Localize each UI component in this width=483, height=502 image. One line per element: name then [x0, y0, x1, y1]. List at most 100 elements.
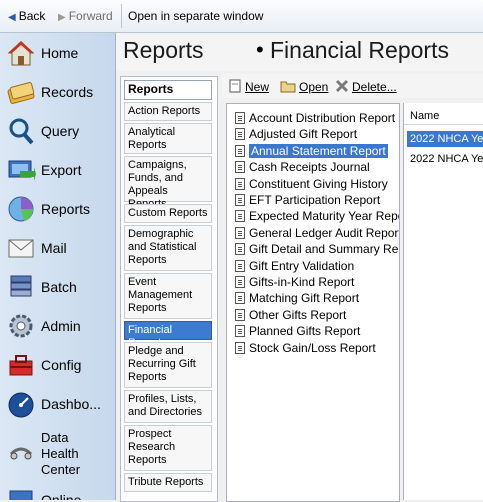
dashboard-icon: [8, 392, 34, 418]
report-item[interactable]: Gift Entry Validation: [235, 258, 397, 274]
category-heading[interactable]: Reports: [124, 80, 212, 100]
open-button[interactable]: Open: [280, 79, 328, 94]
document-icon: [235, 112, 245, 124]
report-item[interactable]: EFT Participation Report: [235, 192, 397, 208]
nav-item-batch[interactable]: Batch: [0, 269, 115, 307]
report-item[interactable]: Expected Maturity Year Repo: [235, 208, 399, 224]
detail-row[interactable]: 2022 NHCA Year: [407, 151, 483, 167]
document-icon: [235, 227, 245, 239]
online-icon: [9, 490, 33, 500]
batch-icon: [10, 275, 32, 297]
category-custom-reports[interactable]: Custom Reports: [124, 204, 212, 223]
page-header: Reports • Financial Reports: [116, 33, 483, 71]
forward-button[interactable]: ▶ Forward: [58, 8, 113, 24]
open-separate-window-button[interactable]: Open in separate window: [128, 8, 263, 24]
nav-label-mail: Mail: [41, 240, 67, 256]
document-icon: [235, 210, 245, 222]
category-tribute-reports[interactable]: Tribute Reports: [124, 473, 212, 492]
sidebar-nav: Home Records Query Export Reports Mail B…: [0, 33, 116, 500]
category-action-reports[interactable]: Action Reports: [124, 102, 212, 121]
nav-label-batch: Batch: [41, 279, 77, 295]
back-button[interactable]: ◀ Back: [8, 8, 45, 24]
document-icon: [235, 145, 245, 157]
page-subtitle: Financial Reports: [270, 37, 449, 63]
report-item[interactable]: Cash Receipts Journal: [235, 159, 397, 175]
open-label: Open: [299, 80, 329, 94]
report-item[interactable]: Planned Gifts Report: [235, 323, 397, 339]
forward-arrow-icon: ▶: [58, 12, 66, 23]
report-item[interactable]: Constituent Giving History: [235, 176, 397, 192]
report-details-pane: Name 2022 NHCA Year 2022 NHCA Year: [403, 103, 483, 500]
records-icon: [7, 82, 35, 104]
category-financial-reports[interactable]: Financial Reports: [124, 321, 212, 349]
nav-label-config: Config: [41, 357, 82, 373]
mail-icon: [8, 239, 34, 258]
new-label: New: [245, 80, 270, 94]
document-icon: [235, 161, 245, 173]
report-item[interactable]: General Ledger Audit Report: [235, 225, 399, 241]
reports-icon: [8, 196, 34, 222]
nav-label-records: Records: [41, 84, 94, 100]
report-item-selected[interactable]: Annual Statement Report: [235, 143, 397, 159]
nav-item-config[interactable]: Config: [0, 347, 115, 385]
nav-label-dashboard: Dashbo...: [41, 396, 101, 412]
nav-label-admin: Admin: [41, 318, 81, 334]
report-item[interactable]: Other Gifts Report: [235, 307, 397, 323]
category-campaigns-funds-appeals[interactable]: Campaigns, Funds, and Appeals Reports: [124, 156, 212, 210]
query-icon: [9, 118, 34, 145]
nav-item-online[interactable]: Online: [0, 482, 115, 500]
document-icon: [235, 325, 245, 337]
document-icon: [235, 194, 245, 206]
document-icon: [235, 260, 245, 272]
nav-item-dashboard[interactable]: Dashbo...: [0, 386, 115, 424]
delete-label: Delete...: [352, 80, 397, 94]
report-categories-list: Reports Action Reports Analytical Report…: [120, 76, 218, 502]
document-icon: [235, 309, 245, 321]
report-item[interactable]: Stock Gain/Loss Report: [235, 340, 397, 356]
nav-item-export[interactable]: Export: [0, 152, 115, 190]
top-toolbar: ◀ Back ▶ Forward Open in separate window: [0, 0, 483, 33]
nav-label-data-health-center: Data Health Center: [41, 430, 81, 477]
new-icon: [229, 79, 241, 93]
report-item[interactable]: Adjusted Gift Report: [235, 126, 397, 142]
reports-list: Account Distribution Report Adjusted Gif…: [226, 103, 400, 502]
export-icon: [8, 160, 36, 181]
report-toolbar: New Open Delete...: [222, 74, 483, 98]
category-prospect-research[interactable]: Prospect Research Reports: [124, 425, 212, 471]
back-arrow-icon: ◀: [8, 12, 16, 23]
open-folder-icon: [280, 81, 296, 93]
report-item[interactable]: Gift Detail and Summary Repc: [235, 241, 399, 257]
document-icon: [235, 178, 245, 190]
report-item[interactable]: Matching Gift Report: [235, 290, 397, 306]
category-analytical-reports[interactable]: Analytical Reports: [124, 123, 212, 154]
home-icon: [7, 41, 35, 66]
nav-item-reports[interactable]: Reports: [0, 191, 115, 229]
nav-item-mail[interactable]: Mail: [0, 230, 115, 268]
nav-label-export: Export: [41, 162, 82, 178]
nav-item-home[interactable]: Home: [0, 35, 115, 73]
delete-button[interactable]: Delete...: [335, 79, 397, 94]
document-icon: [235, 243, 245, 255]
category-demographic-statistical[interactable]: Demographic and Statistical Reports: [124, 225, 212, 271]
data-health-icon: [9, 447, 33, 460]
toolbar-divider: [121, 4, 122, 28]
category-profiles-lists[interactable]: Profiles, Lists, and Directories: [124, 390, 212, 423]
nav-item-query[interactable]: Query: [0, 113, 115, 151]
config-icon: [9, 355, 33, 376]
category-event-management[interactable]: Event Management Reports: [124, 273, 212, 319]
nav-item-admin[interactable]: Admin: [0, 308, 115, 346]
category-pledge-recurring[interactable]: Pledge and Recurring Gift Reports: [124, 342, 212, 388]
back-label: Back: [18, 9, 46, 23]
report-item[interactable]: Gifts-in-Kind Report: [235, 274, 397, 290]
header-bullet: •: [256, 37, 264, 62]
detail-row-selected[interactable]: 2022 NHCA Year: [407, 131, 483, 147]
document-icon: [235, 292, 245, 304]
name-column-header[interactable]: Name: [404, 107, 483, 125]
nav-label-home: Home: [41, 45, 79, 61]
nav-label-reports: Reports: [41, 201, 91, 217]
nav-item-records[interactable]: Records: [0, 74, 115, 112]
new-button[interactable]: New: [228, 79, 269, 94]
forward-label: Forward: [68, 9, 113, 23]
report-item[interactable]: Account Distribution Report: [235, 110, 397, 126]
nav-item-data-health-center[interactable]: Data Health Center: [0, 430, 115, 479]
